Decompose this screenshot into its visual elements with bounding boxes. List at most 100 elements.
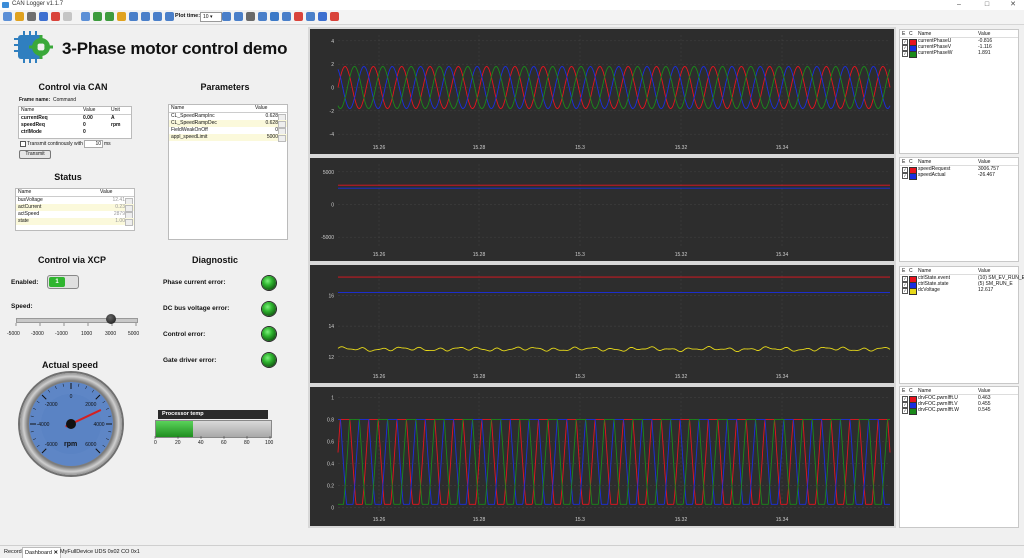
table-row[interactable]: speedReq 0 rpm <box>19 122 131 129</box>
table-row[interactable]: CL_SpeedRampDec 0.628 <box>169 120 287 128</box>
x-tick-label: 15.32 <box>675 252 688 258</box>
cell-value[interactable]: 0.628 <box>265 113 278 120</box>
stop-icon[interactable] <box>51 12 60 21</box>
filter-icon[interactable] <box>258 12 267 21</box>
x-tick-label: 15.28 <box>473 517 486 523</box>
table-row[interactable]: actSpeed 2879 <box>16 211 134 219</box>
plot-time-select[interactable]: 10 ▾ <box>200 12 222 22</box>
zoom-fit-icon[interactable] <box>153 12 162 21</box>
close-circle-icon[interactable] <box>318 12 327 21</box>
color-swatch[interactable] <box>909 407 917 415</box>
minimize-button[interactable]: – <box>950 0 968 10</box>
tab-record[interactable]: Record <box>2 547 24 557</box>
copy-icon[interactable] <box>234 12 243 21</box>
open-icon[interactable] <box>27 12 36 21</box>
enable-checkbox[interactable]: ✓ <box>902 50 908 57</box>
color-swatch[interactable] <box>909 172 917 180</box>
x-tick-label: 15.26 <box>373 517 386 523</box>
signal-name: drvFOC.pwmIfft.W <box>918 407 960 413</box>
close-button[interactable]: ✕ <box>1004 0 1022 10</box>
y-tick-label: 16 <box>328 294 334 300</box>
transmit-unit: ms <box>104 141 111 147</box>
table-row[interactable]: actCurrent 0.23 <box>16 204 134 212</box>
cell-value[interactable]: 5000 <box>267 134 278 141</box>
plot-state-voltage[interactable]: 15.26 15.28 15.3 15.32 15.34 16 14 12 <box>310 265 894 383</box>
transmit-period-input[interactable]: 10 <box>84 140 103 148</box>
grid-icon[interactable] <box>81 12 90 21</box>
enable-checkbox[interactable]: ✓ <box>902 407 908 414</box>
legend-header: E C Name Value <box>900 388 1018 395</box>
plot-speed[interactable]: 15.26 15.28 15.3 15.32 15.34 5000 0 -5000 <box>310 158 894 261</box>
tab-device[interactable]: MyFullDevice UDS 0x02 CO 0x1 <box>58 547 142 557</box>
processor-temp-title: Processor temp <box>162 411 204 417</box>
gauge-label: 4000 <box>93 422 104 428</box>
eject-icon[interactable] <box>330 12 339 21</box>
legend-col-name: Name <box>918 268 932 274</box>
col-value: Value <box>83 107 96 113</box>
cell-value[interactable]: 0.00 <box>83 115 93 122</box>
spinbox-arrows-icon[interactable] <box>278 135 286 142</box>
legend-panel: E C Name Value ✓ speedRequest 3006.757 ✓ speedAc… <box>899 157 1019 262</box>
table-row[interactable]: CL_SpeedRampInc 0.628 <box>169 113 287 121</box>
zoom-area-icon[interactable] <box>165 12 174 21</box>
speed-scale-label: 1000 <box>81 331 93 337</box>
export-icon[interactable] <box>222 12 231 21</box>
tab-dashboard[interactable]: Dashboard ✕ <box>22 547 62 558</box>
print-icon[interactable] <box>246 12 255 21</box>
transmit-checkbox[interactable] <box>20 141 26 147</box>
cell-value[interactable]: 0 <box>83 129 86 136</box>
color-swatch[interactable] <box>909 50 917 58</box>
cell-value[interactable]: 0.23 <box>115 204 125 211</box>
transmit-checkbox-label: Transmit continously with <box>27 141 83 147</box>
cell-value[interactable]: 0 <box>83 122 86 129</box>
table-row[interactable]: busVoltage 12.41 <box>16 197 134 205</box>
table-row[interactable]: appl_speedLimit 5000 <box>169 134 287 142</box>
enable-checkbox[interactable]: ✓ <box>902 172 908 179</box>
color-swatch[interactable] <box>909 287 917 295</box>
title-bar: CAN Logger v1.1.7 – □ ✕ <box>0 0 1024 10</box>
pen-icon[interactable] <box>270 12 279 21</box>
control-error-label: Control error: <box>163 331 206 338</box>
cell-value[interactable]: 2879 <box>114 211 125 218</box>
cell-name: busVoltage <box>18 197 43 203</box>
chart-icon[interactable] <box>93 12 102 21</box>
table-row[interactable]: currentReq 0.00 A <box>19 115 131 122</box>
table-row[interactable]: state 1.00 <box>16 218 134 226</box>
cell-name: CL_SpeedRampDec <box>171 120 217 126</box>
cell-value[interactable]: 0.628 <box>265 120 278 127</box>
table-row[interactable]: FieldWeakOnOff 0 <box>169 127 287 135</box>
enabled-toggle[interactable]: 1 <box>47 275 79 289</box>
maximize-button[interactable]: □ <box>978 0 996 10</box>
warning-icon[interactable] <box>117 12 126 21</box>
scale-icon[interactable] <box>294 12 303 21</box>
new-file-icon[interactable] <box>3 12 12 21</box>
plot-phase-currents[interactable]: 15.26 15.28 15.3 15.32 15.34 4 2 0 -2 -4 <box>310 29 894 154</box>
signal-name: currentPhaseW <box>918 50 953 56</box>
table-row[interactable]: ctrlMode 0 <box>19 129 131 136</box>
x-tick-label: 15.34 <box>776 374 789 380</box>
cell-value[interactable]: 12.41 <box>112 197 125 204</box>
legend-panel: E C Name Value ✓ ctrlState.event (10) SM_EV_RU… <box>899 266 1024 384</box>
legend-row[interactable]: ✓ drvFOC.pwmIfft.W 0.545 <box>900 407 1018 415</box>
cell-value[interactable]: 1.00 <box>115 218 125 225</box>
enable-checkbox[interactable]: ✓ <box>902 287 908 294</box>
legend-row[interactable]: ✓ dcVoltage 12.617 <box>900 287 1018 295</box>
zoom-out-icon[interactable] <box>141 12 150 21</box>
legend-row[interactable]: ✓ speedActual -26.467 <box>900 172 1018 180</box>
info-icon[interactable] <box>306 12 315 21</box>
open-folder-icon[interactable] <box>15 12 24 21</box>
y-tick-label: 4 <box>331 39 334 45</box>
measure-icon[interactable] <box>282 12 291 21</box>
save-icon[interactable] <box>39 12 48 21</box>
plot-pwm[interactable]: 15.26 15.28 15.3 15.32 15.34 1 0.8 0.6 0.4 0.2 0 <box>310 387 894 526</box>
zoom-in-icon[interactable] <box>129 12 138 21</box>
legend-col-c: C <box>909 159 913 165</box>
x-tick-label: 15.32 <box>675 374 688 380</box>
legend-row[interactable]: ✓ currentPhaseW 1.891 <box>900 50 1018 58</box>
signal-name: speedActual <box>918 172 946 178</box>
clear-icon[interactable] <box>63 12 72 21</box>
transmit-button[interactable]: Transmit <box>19 150 51 159</box>
gauge-label: 6000 <box>85 442 96 448</box>
trend-icon[interactable] <box>105 12 114 21</box>
spinbox-arrows-icon[interactable] <box>125 219 133 226</box>
